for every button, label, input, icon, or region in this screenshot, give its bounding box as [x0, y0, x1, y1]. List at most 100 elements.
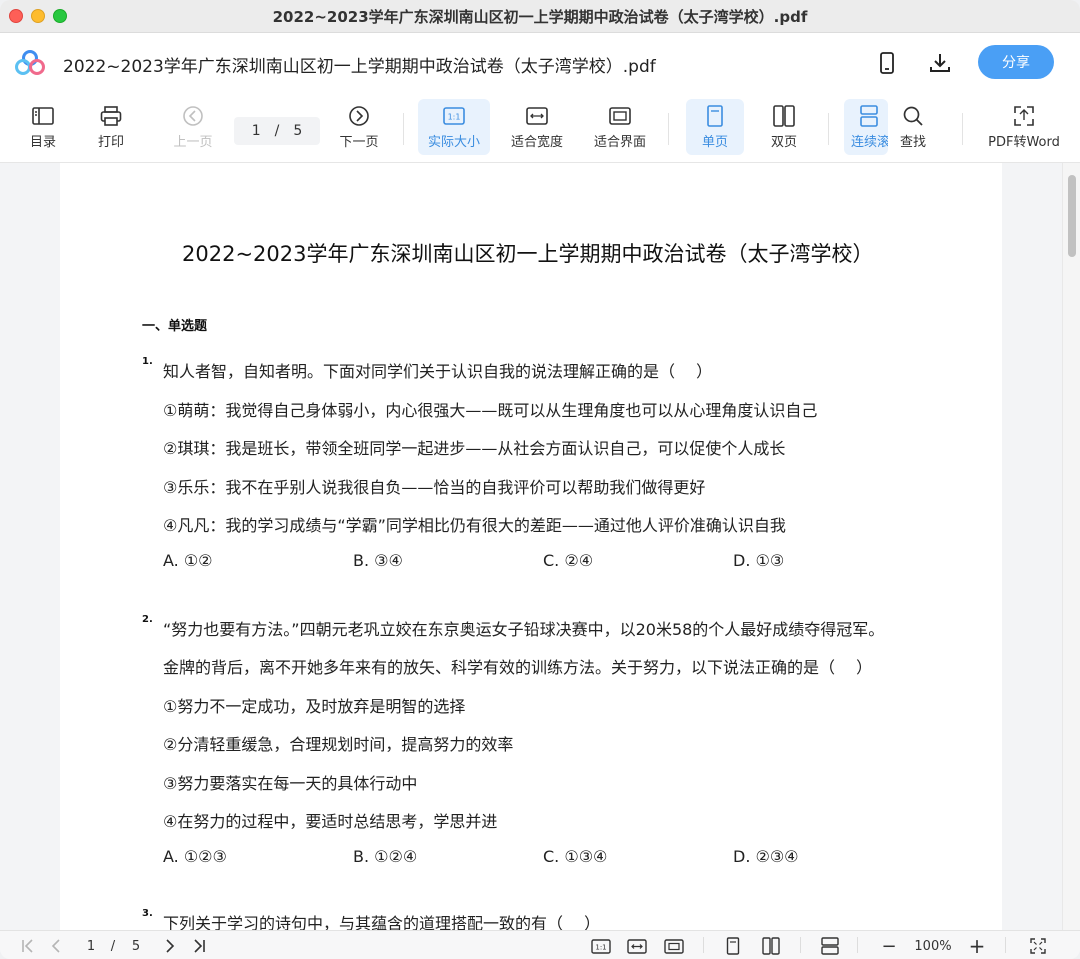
single-page-label: 单页: [701, 135, 728, 150]
single-page-icon: [706, 105, 724, 127]
status-page-total: 5: [131, 938, 141, 954]
double-page-icon[interactable]: [760, 936, 782, 956]
document-title: 2022~2023学年广东深圳南山区初一上学期期中政治试卷（太子湾学校）.pdf: [63, 57, 656, 77]
fullscreen-icon[interactable]: [1027, 936, 1049, 956]
window-controls: [9, 9, 67, 23]
vertical-scrollbar[interactable]: [1062, 163, 1080, 930]
zoom-window-button[interactable]: [53, 9, 67, 23]
continuous-scroll-icon[interactable]: [819, 936, 841, 956]
toolbar-divider: [403, 113, 404, 145]
question-line: ②琪琪：我是班长，带领全班同学一起进步——从社会方面认识自己，可以促使个人成长: [163, 439, 786, 458]
status-divider: [1005, 937, 1006, 953]
option-a: A. ①②: [163, 551, 213, 570]
option-c: C. ①③④: [543, 847, 608, 866]
continuous-scroll-icon: [851, 105, 887, 127]
search-label: 查找: [899, 135, 926, 150]
status-bar: 1 / 5 1:1 − 100% +: [0, 930, 1080, 959]
double-page-icon: [773, 105, 795, 127]
question-line: ①努力不一定成功，及时放弃是明智的选择: [163, 697, 466, 716]
option-b: B. ③④: [353, 551, 403, 570]
fit-width-icon[interactable]: [626, 936, 648, 956]
single-page-button[interactable]: 单页: [686, 99, 744, 155]
minimize-window-button[interactable]: [31, 9, 45, 23]
next-page-icon[interactable]: [160, 936, 180, 956]
last-page-icon[interactable]: [189, 936, 209, 956]
prev-circle-icon: [182, 105, 204, 127]
continuous-scroll-button[interactable]: 连续滚: [844, 99, 888, 155]
status-divider: [800, 937, 801, 953]
question-line: ④凡凡：我的学习成绩与“学霸”同学相比仍有很大的差距——通过他人评价准确认识自我: [163, 516, 786, 535]
toc-icon: [32, 105, 54, 127]
pdf-title: 2022~2023学年广东深圳南山区初一上学期期中政治试卷（太子湾学校）: [182, 242, 874, 266]
print-icon: [100, 105, 122, 127]
svg-text:1:1: 1:1: [448, 113, 461, 122]
toolbar: 目录 打印 上一页 1 / 5 下一页 1:1 实际大小 适合宽度 适合界面 单…: [0, 93, 1080, 163]
question-line: ③乐乐：我不在乎别人说我很自负——恰当的自我评价可以帮助我们做得更好: [163, 478, 706, 497]
option-d: D. ①③: [733, 551, 785, 570]
app-window: 2022~2023学年广东深圳南山区初一上学期期中政治试卷（太子湾学校）.pdf…: [0, 0, 1080, 959]
pdf-to-word-label: PDF转Word: [988, 135, 1060, 150]
app-logo-icon: [15, 50, 45, 75]
next-page-label: 下一页: [339, 135, 379, 150]
prev-page-icon[interactable]: [46, 936, 66, 956]
option-c: C. ②④: [543, 551, 594, 570]
toolbar-divider: [668, 113, 669, 145]
convert-icon: [1013, 105, 1035, 127]
pdf-page: 2022~2023学年广东深圳南山区初一上学期期中政治试卷（太子湾学校） 一、单…: [60, 163, 1002, 930]
option-a: A. ①②③: [163, 847, 227, 866]
print-button[interactable]: 打印: [90, 99, 132, 155]
toolbar-divider: [962, 113, 963, 145]
fit-page-icon: [609, 105, 631, 127]
actual-size-icon[interactable]: 1:1: [590, 936, 612, 956]
continuous-scroll-label: 连续滚: [851, 135, 888, 150]
double-page-button[interactable]: 双页: [760, 99, 808, 155]
status-page-separator: /: [110, 938, 116, 954]
fit-page-label: 适合界面: [593, 135, 646, 150]
actual-size-button[interactable]: 1:1 实际大小: [418, 99, 490, 155]
status-divider: [857, 937, 858, 953]
page-current: 1: [251, 123, 261, 139]
single-page-icon[interactable]: [722, 936, 744, 956]
status-page-current[interactable]: 1: [82, 936, 100, 956]
question-line: “努力也要有方法。”四朝元老巩立姣在东京奥运女子铅球决赛中，以20米58的个人最…: [163, 620, 885, 639]
question-line: 知人者智，自知者明。下面对同学们关于认识自我的说法理解正确的是（ ）: [163, 362, 713, 381]
prev-page-button[interactable]: 上一页: [168, 99, 218, 155]
first-page-icon[interactable]: [18, 936, 38, 956]
scrollbar-thumb[interactable]: [1068, 175, 1076, 257]
zoom-in-button[interactable]: +: [967, 934, 987, 958]
zoom-out-button[interactable]: −: [879, 936, 899, 957]
fit-page-button[interactable]: 适合界面: [588, 99, 652, 155]
toc-button[interactable]: 目录: [22, 99, 64, 155]
search-icon: [902, 105, 924, 127]
app-header: 2022~2023学年广东深圳南山区初一上学期期中政治试卷（太子湾学校）.pdf…: [0, 33, 1080, 93]
fit-width-button[interactable]: 适合宽度: [505, 99, 569, 155]
option-d: D. ②③④: [733, 847, 799, 866]
actual-size-label: 实际大小: [427, 135, 480, 150]
question-number: 3.: [142, 908, 153, 919]
mobile-view-icon[interactable]: [875, 51, 899, 75]
document-viewport[interactable]: 2022~2023学年广东深圳南山区初一上学期期中政治试卷（太子湾学校） 一、单…: [0, 163, 1080, 930]
question-line: ②分清轻重缓急，合理规划时间，提高努力的效率: [163, 735, 514, 754]
share-button[interactable]: 分享: [978, 45, 1054, 79]
search-button[interactable]: 查找: [892, 99, 934, 155]
question-line: ③努力要落实在每一天的具体行动中: [163, 774, 418, 793]
question-line: ④在努力的过程中，要适时总结思考，学思并进: [163, 812, 498, 831]
next-page-button[interactable]: 下一页: [336, 99, 382, 155]
pdf-to-word-button[interactable]: PDF转Word: [982, 99, 1066, 155]
toc-label: 目录: [29, 135, 56, 150]
close-window-button[interactable]: [9, 9, 23, 23]
question-line: 下列关于学习的诗句中，与其蕴含的道理搭配一致的有（ ）: [163, 914, 601, 930]
status-divider: [703, 937, 704, 953]
actual-size-icon: 1:1: [443, 105, 465, 127]
title-bar: 2022~2023学年广东深圳南山区初一上学期期中政治试卷（太子湾学校）.pdf: [0, 0, 1080, 33]
double-page-label: 双页: [770, 135, 797, 150]
print-label: 打印: [97, 135, 124, 150]
download-icon[interactable]: [928, 51, 952, 75]
page-number-input[interactable]: 1 / 5: [234, 117, 320, 145]
question-number: 2.: [142, 614, 153, 625]
zoom-level[interactable]: 100%: [910, 936, 956, 956]
prev-page-label: 上一页: [173, 135, 213, 150]
option-b: B. ①②④: [353, 847, 418, 866]
question-line: 金牌的背后，离不开她多年来有的放矢、科学有效的训练方法。关于努力，以下说法正确的…: [163, 658, 873, 677]
fit-page-icon[interactable]: [663, 936, 685, 956]
